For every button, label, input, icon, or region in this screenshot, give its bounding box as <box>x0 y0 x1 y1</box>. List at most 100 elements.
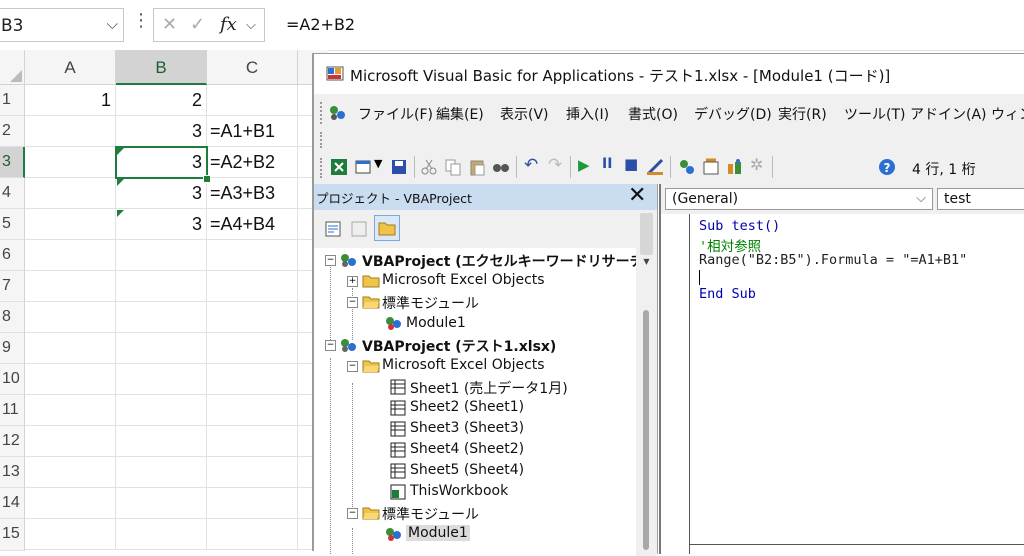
menu-window[interactable]: ウィン <box>991 104 1024 124</box>
collapse-toggle-icon[interactable]: − <box>347 361 358 372</box>
menu-edit[interactable]: 編集(E) <box>436 104 484 124</box>
row-header[interactable]: 5 <box>0 209 25 240</box>
grid-cell[interactable] <box>207 488 298 519</box>
cut-icon[interactable] <box>420 158 438 176</box>
menu-view[interactable]: 表示(V) <box>500 104 549 124</box>
grid-cell[interactable] <box>116 488 207 519</box>
cell-b3[interactable]: 3 <box>116 147 207 178</box>
toolbar-grip[interactable] <box>320 158 325 178</box>
row-header[interactable]: 14 <box>0 488 25 519</box>
tree-item-project2[interactable]: VBAProject (テスト1.xlsx) <box>362 336 556 356</box>
row-header[interactable]: 12 <box>0 426 25 457</box>
chevron-down-icon[interactable]: ⌵ <box>107 15 118 33</box>
undo-icon[interactable]: ↶ <box>524 155 538 175</box>
project-vertical-scrollbar[interactable]: ▼ <box>636 210 657 556</box>
insert-userform-icon[interactable] <box>354 158 372 176</box>
cell-a1[interactable]: 1 <box>25 85 116 116</box>
row-header[interactable]: 6 <box>0 240 25 271</box>
row-header[interactable]: 3 <box>0 147 25 178</box>
row-header[interactable]: 7 <box>0 271 25 302</box>
grid-cell[interactable] <box>25 178 116 209</box>
design-mode-icon[interactable] <box>646 158 664 176</box>
toolbar-grip[interactable] <box>320 102 325 124</box>
grid-cell[interactable] <box>25 395 116 426</box>
column-header-c[interactable]: C <box>207 50 298 85</box>
tree-item-module1-a[interactable]: Module1 <box>406 315 466 331</box>
object-browser-icon[interactable] <box>726 158 744 176</box>
code-editor[interactable]: Sub test() '相対参照 Range("B2:B5").Formula … <box>661 214 1024 554</box>
grid-cell[interactable] <box>116 519 207 550</box>
grid-cell[interactable] <box>116 240 207 271</box>
cell-b5[interactable]: 3 <box>116 209 207 240</box>
find-icon[interactable] <box>492 158 510 176</box>
grid-cell[interactable] <box>207 395 298 426</box>
chevron-down-icon[interactable]: ⌵ <box>246 18 256 33</box>
grid-cell[interactable] <box>207 364 298 395</box>
menu-insert[interactable]: 挿入(I) <box>566 104 609 124</box>
cell-c5[interactable]: =A4+B4 <box>207 209 298 240</box>
name-box[interactable]: B3 ⌵ <box>0 8 124 42</box>
toolbox-icon[interactable]: ✲ <box>750 155 763 174</box>
close-icon[interactable]: ✕ <box>628 183 646 208</box>
grid-cell[interactable] <box>207 271 298 302</box>
grid-cell[interactable] <box>207 85 298 116</box>
scroll-down-arrow-icon[interactable]: ▼ <box>640 258 653 266</box>
column-header-a[interactable]: A <box>25 50 116 85</box>
row-header[interactable]: 15 <box>0 519 25 551</box>
grid-cell[interactable] <box>207 426 298 457</box>
row-header[interactable]: 8 <box>0 302 25 333</box>
copy-icon[interactable] <box>444 158 462 176</box>
row-header[interactable]: 2 <box>0 116 25 147</box>
paste-icon[interactable] <box>468 158 486 176</box>
object-combobox[interactable]: (General) ⌵ <box>665 188 933 210</box>
save-icon[interactable] <box>390 158 408 176</box>
grid-cell[interactable] <box>207 457 298 488</box>
tree-item-sheet1[interactable]: Sheet1 (売上データ1月) <box>410 378 568 398</box>
grid-cell[interactable] <box>25 240 116 271</box>
grid-cell[interactable] <box>116 364 207 395</box>
help-icon[interactable]: ? <box>878 158 896 176</box>
grid-cell[interactable] <box>25 457 116 488</box>
grid-cell[interactable] <box>25 364 116 395</box>
menu-debug[interactable]: デバッグ(D) <box>694 104 772 124</box>
vba-menu-icon[interactable] <box>328 103 348 123</box>
grid-cell[interactable] <box>116 271 207 302</box>
row-header[interactable]: 11 <box>0 395 25 426</box>
project-explorer-icon[interactable] <box>678 158 696 176</box>
row-header[interactable]: 10 <box>0 364 25 395</box>
grid-cell[interactable] <box>207 240 298 271</box>
menu-tools[interactable]: ツール(T) <box>844 104 905 124</box>
grid-cell[interactable] <box>25 519 116 550</box>
cell-c3[interactable]: =A2+B2 <box>207 147 298 178</box>
tree-item-sheet5[interactable]: Sheet5 (Sheet4) <box>410 462 524 478</box>
menu-format[interactable]: 書式(O) <box>628 104 678 124</box>
redo-icon[interactable]: ↷ <box>548 155 562 175</box>
code-margin[interactable] <box>661 214 690 554</box>
tree-item-excel-objects[interactable]: Microsoft Excel Objects <box>382 272 545 288</box>
tree-item-excel-objects-2[interactable]: Microsoft Excel Objects <box>382 357 545 373</box>
row-header[interactable]: 4 <box>0 178 25 209</box>
scroll-thumb[interactable] <box>643 310 649 550</box>
collapse-toggle-icon[interactable]: − <box>347 297 358 308</box>
toggle-folders-button[interactable] <box>374 215 400 241</box>
check-icon[interactable]: ✓ <box>190 14 205 35</box>
fill-handle[interactable] <box>203 175 211 183</box>
grid-cell[interactable] <box>25 488 116 519</box>
cell-b2[interactable]: 3 <box>116 116 207 147</box>
tree-item-project1[interactable]: VBAProject (エクセルキーワードリサーチ <box>362 251 636 271</box>
chevron-down-icon[interactable]: ⌵ <box>916 189 926 209</box>
grid-cell[interactable] <box>25 426 116 457</box>
grid-cell[interactable] <box>207 302 298 333</box>
select-all-corner[interactable] <box>0 50 25 85</box>
cell-c4[interactable]: =A3+B3 <box>207 178 298 209</box>
grid-cell[interactable] <box>207 333 298 364</box>
menu-file[interactable]: ファイル(F) <box>358 104 433 124</box>
grid-cell[interactable] <box>25 271 116 302</box>
scroll-thumb-top[interactable] <box>640 213 653 255</box>
grid-cell[interactable] <box>25 147 116 178</box>
menu-run[interactable]: 実行(R) <box>778 104 827 124</box>
tree-item-sheet3[interactable]: Sheet3 (Sheet3) <box>410 420 524 436</box>
view-object-icon[interactable] <box>350 220 368 238</box>
grid-cell[interactable] <box>207 519 298 550</box>
cell-b4[interactable]: 3 <box>116 178 207 209</box>
